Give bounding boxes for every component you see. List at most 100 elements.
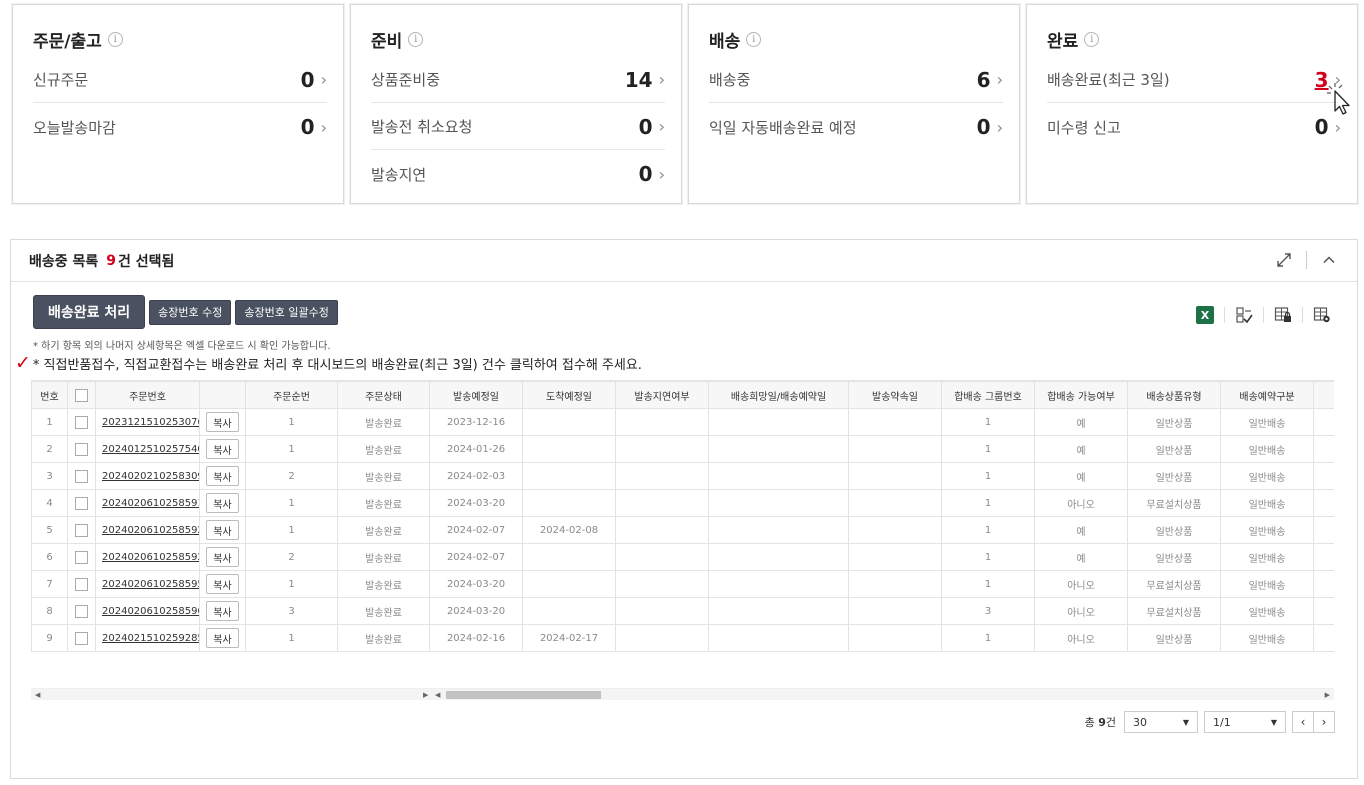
table-cell [615,516,709,544]
order-number-link[interactable]: 2024020610258596 [95,597,200,625]
edit-invoice-button[interactable]: 송장번호 수정 [149,299,232,325]
table-cell: 일 [1313,489,1334,517]
table-cell [708,516,849,544]
copy-button[interactable]: 복사 [206,466,239,486]
next-page-button[interactable]: › [1313,711,1335,733]
table-cell: 일반상품 [1127,624,1221,652]
selected-count: 9 [106,252,117,269]
info-icon[interactable]: i [408,32,424,47]
card-row-new-orders[interactable]: 신규주문 0 › [33,57,327,103]
row-checkbox-cell[interactable] [67,516,96,544]
chevron-right-icon: › [658,164,665,184]
table-cell: 아니오 [1034,570,1128,598]
excel-download-icon[interactable]: X [1194,304,1216,326]
select-all-checkbox-cell[interactable] [67,381,96,409]
scroll-right-icon[interactable]: ▶ [423,689,428,701]
action-toolbar: 배송완료 처리 송장번호 수정 송장번호 일괄수정 [33,295,338,329]
order-number-link[interactable]: 2024020610258595 [95,570,200,598]
table-cell: 3 [245,597,338,625]
order-number-link[interactable]: 2024020610258592 [95,543,200,571]
card-row-shipping-delay[interactable]: 발송지연 0 › [371,151,665,197]
table-cell: 일반상품 [1127,408,1221,436]
row-checkbox-cell[interactable] [67,489,96,517]
page-select[interactable]: 1/1 ▼ [1204,711,1286,733]
card-row-in-delivery[interactable]: 배송중 6 › [709,57,1003,103]
page-size-select[interactable]: 30 ▼ [1124,711,1198,733]
horizontal-scrollbar[interactable]: ◀ ▶ ◀ ▶ [31,688,1334,700]
copy-button[interactable]: 복사 [206,493,239,513]
collapse-up-icon[interactable] [1319,250,1339,270]
row-checkbox[interactable] [75,604,88,618]
table-row[interactable]: 3 2024020210258309 복사 2 발송완료 2024-02-03 1 예 일반상품… [31,462,1334,490]
row-checkbox[interactable] [75,442,88,456]
table-row[interactable]: 6 2024020610258592 복사 2 발송완료 2024-02-07 1 예 일반상품… [31,543,1334,571]
scroll-left-icon[interactable]: ◀ [35,689,40,701]
order-number-link[interactable]: 2023121510253076 [95,408,200,436]
scroll-right-icon[interactable]: ▶ [1325,689,1330,701]
delivery-table: 번호 주문번호 주문순번 주문상태 발송예정일 도착예정일 발송지연여부 배송희망일/배송예약… [31,380,1334,654]
prev-page-button[interactable]: ‹ [1292,711,1314,733]
order-number-link[interactable]: 2024021510259285 [95,624,200,652]
row-checkbox-cell[interactable] [67,624,96,652]
copy-button[interactable]: 복사 [206,574,239,594]
table-row[interactable]: 9 2024021510259285 복사 1 발송완료 2024-02-16 2024-0… [31,624,1334,652]
table-cell [708,435,849,463]
table-row[interactable]: 1 2023121510253076 복사 1 발송완료 2023-12-16 1 예 일반상품… [31,408,1334,436]
order-number-link[interactable]: 2024020210258309 [95,462,200,490]
table-row[interactable]: 4 2024020610258591 복사 1 발송완료 2024-03-20 1 아니오 무료… [31,489,1334,517]
column-lock-icon[interactable] [1272,304,1294,326]
order-number-link[interactable]: 2024020610258591 [95,489,200,517]
table-row[interactable]: 5 2024020610258592 복사 1 발송완료 2024-02-07 2024-0… [31,516,1334,544]
card-row-auto-complete[interactable]: 익일 자동배송완료 예정 0 › [709,104,1003,150]
excel-note: * 하기 항목 외의 나머지 상세항목은 엑셀 다운로드 시 확인 가능합니다. [33,341,331,352]
table-cell [615,570,709,598]
row-checkbox[interactable] [75,469,88,483]
select-all-checkbox[interactable] [75,388,88,402]
order-number-link[interactable]: 2024012510257540 [95,435,200,463]
row-checkbox-cell[interactable] [67,570,96,598]
row-checkbox-cell[interactable] [67,408,96,436]
bulk-edit-invoice-button[interactable]: 송장번호 일괄수정 [235,299,338,325]
copy-button[interactable]: 복사 [206,628,239,648]
card-row-delivered-recent[interactable]: 배송완료(최근 3일) 3 › [1047,57,1341,103]
info-icon[interactable]: i [107,32,123,47]
row-checkbox-cell[interactable] [67,462,96,490]
row-number: 4 [31,489,68,517]
scroll-thumb[interactable] [446,691,601,699]
copy-button[interactable]: 복사 [206,520,239,540]
card-row-cancel-request[interactable]: 발송전 취소요청 0 › [371,104,665,150]
table-cell: 일 [1313,516,1334,544]
row-checkbox[interactable] [75,415,88,429]
checklist-icon[interactable] [1233,304,1255,326]
table-cell: 아니오 [1034,597,1128,625]
info-icon[interactable]: i [1084,32,1100,47]
row-checkbox[interactable] [75,631,88,645]
copy-button[interactable]: 복사 [206,412,239,432]
table-cell: 2024-02-08 [522,516,616,544]
copy-cell: 복사 [199,489,246,517]
copy-button[interactable]: 복사 [206,547,239,567]
copy-button[interactable]: 복사 [206,601,239,621]
table-row[interactable]: 7 2024020610258595 복사 1 발송완료 2024-03-20 1 아니오 무료… [31,570,1334,598]
complete-delivery-button[interactable]: 배송완료 처리 [33,295,146,329]
info-icon[interactable]: i [746,32,762,47]
copy-button[interactable]: 복사 [206,439,239,459]
card-row-not-received[interactable]: 미수령 신고 0 › [1047,104,1341,150]
row-checkbox-cell[interactable] [67,435,96,463]
row-checkbox[interactable] [75,523,88,537]
card-row-today-deadline[interactable]: 오늘발송마감 0 › [33,104,327,150]
row-checkbox-cell[interactable] [67,543,96,571]
table-row[interactable]: 8 2024020610258596 복사 3 발송완료 2024-03-20 3 아니오 무료… [31,597,1334,625]
row-checkbox[interactable] [75,496,88,510]
table-cell: 발송완료 [337,516,430,544]
column-settings-icon[interactable] [1311,304,1333,326]
row-checkbox[interactable] [75,577,88,591]
order-number-link[interactable]: 2024020610258592 [95,516,200,544]
table-cell: 일반상품 [1127,435,1221,463]
expand-icon[interactable] [1274,250,1294,270]
table-row[interactable]: 2 2024012510257540 복사 1 발송완료 2024-01-26 1 예 일반상품… [31,435,1334,463]
scroll-left-icon[interactable]: ◀ [435,689,440,701]
card-row-preparing[interactable]: 상품준비중 14 › [371,57,665,103]
row-checkbox[interactable] [75,550,88,564]
row-checkbox-cell[interactable] [67,597,96,625]
